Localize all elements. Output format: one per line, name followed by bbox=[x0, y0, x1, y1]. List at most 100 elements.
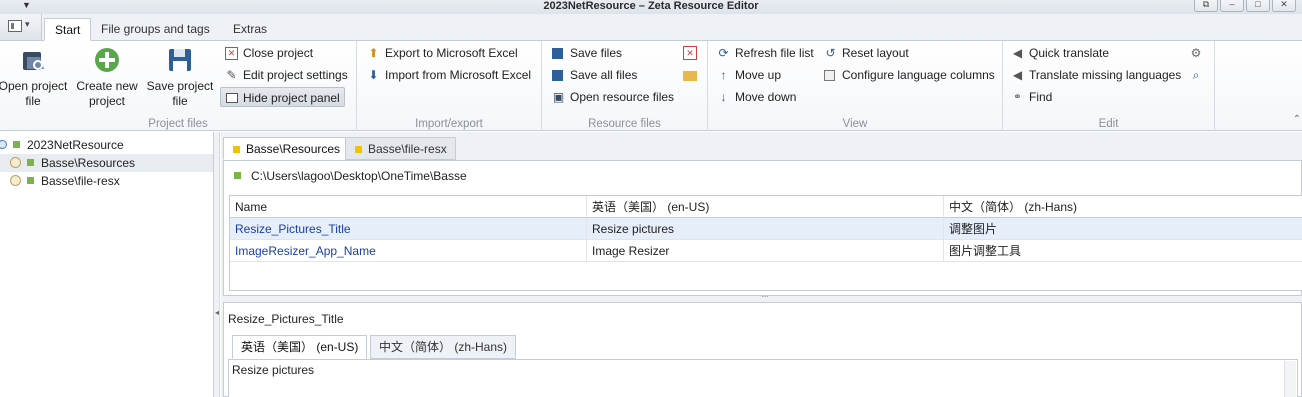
close-files-icon[interactable]: ✕ bbox=[683, 46, 697, 60]
window-controls: ⧉ – □ ✕ bbox=[1194, 0, 1296, 12]
editor-key-title: Resize_Pictures_Title bbox=[228, 312, 344, 326]
tab-start[interactable]: Start bbox=[44, 18, 92, 41]
tree-item-file-resx[interactable]: Basse\file-resx bbox=[10, 172, 120, 190]
create-new-project-button[interactable]: Create new project bbox=[74, 45, 140, 109]
edit-project-settings-button[interactable]: ✎ Edit project settings bbox=[223, 65, 347, 85]
tab-file-groups-and-tags[interactable]: File groups and tags bbox=[91, 18, 220, 41]
doc-tab-resources[interactable]: Basse\Resources bbox=[223, 137, 350, 160]
ribbon: Open project file Create new project Sav… bbox=[0, 41, 1302, 131]
save-files-button[interactable]: Save files bbox=[550, 43, 622, 63]
add-circle-icon bbox=[92, 45, 122, 75]
group-project-files: Open project file Create new project Sav… bbox=[0, 41, 357, 131]
refresh-icon: ⟳ bbox=[718, 46, 729, 60]
save-project-file-label: Save project file bbox=[146, 79, 214, 108]
translate-icon: ◀ bbox=[1012, 68, 1023, 82]
close-project-label: Close project bbox=[243, 46, 314, 60]
doc-tab-file-resx[interactable]: Basse\file-resx bbox=[345, 137, 456, 160]
save-icon bbox=[552, 48, 563, 59]
window-title: 2023NetResource – Zeta Resource Editor bbox=[543, 0, 759, 12]
file-group-icon bbox=[10, 157, 21, 169]
close-icon[interactable]: ✕ bbox=[1272, 0, 1296, 12]
quick-translate-button[interactable]: ◀ Quick translate bbox=[1009, 43, 1109, 63]
table-row[interactable]: ImageResizer_App_Name Image Resizer 图片调整… bbox=[230, 240, 1302, 262]
save-all-files-button[interactable]: Save all files bbox=[550, 65, 637, 85]
open-project-file-button[interactable]: Open project file bbox=[0, 45, 70, 109]
file-path: C:\Users\lagoo\Desktop\OneTime\Basse bbox=[234, 169, 467, 183]
move-down-label: Move down bbox=[735, 90, 797, 104]
search-translate-icon[interactable]: ⌕ bbox=[1189, 68, 1203, 82]
lang-tab-zh-hans[interactable]: 中文（简体） (zh-Hans) bbox=[370, 335, 517, 359]
close-box-icon: ✕ bbox=[225, 47, 238, 60]
tab-extras[interactable]: Extras bbox=[223, 18, 277, 41]
refresh-file-list-button[interactable]: ⟳ Refresh file list bbox=[715, 43, 813, 63]
configure-language-columns-label: Configure language columns bbox=[842, 68, 995, 82]
group-label-view: View bbox=[842, 118, 868, 130]
tree-item-resources[interactable]: Basse\Resources bbox=[0, 154, 213, 172]
speaker-icon: ◀ bbox=[1012, 46, 1023, 60]
status-square-icon bbox=[27, 177, 34, 185]
panel-icon bbox=[226, 93, 238, 103]
value-textarea[interactable]: Resize pictures bbox=[228, 359, 1298, 397]
application-menu-button[interactable] bbox=[0, 14, 42, 40]
tree-item-label: Basse\file-resx bbox=[41, 174, 120, 188]
table-row[interactable]: Resize_Pictures_Title Resize pictures 调整… bbox=[230, 218, 1302, 240]
group-import-export: ⬆ Export to Microsoft Excel ⬇ Import fro… bbox=[357, 41, 542, 131]
translate-missing-languages-button[interactable]: ◀ Translate missing languages bbox=[1009, 65, 1181, 85]
import-excel-button[interactable]: ⬇ Import from Microsoft Excel bbox=[365, 65, 531, 85]
vertical-scrollbar[interactable] bbox=[1284, 361, 1296, 397]
restore-icon[interactable]: ⧉ bbox=[1194, 0, 1218, 12]
hide-project-panel-button[interactable]: Hide project panel bbox=[220, 87, 345, 107]
status-square-icon bbox=[234, 172, 241, 180]
group-edit: ◀ Quick translate ◀ Translate missing la… bbox=[1003, 41, 1215, 131]
column-header-en-us[interactable]: 英语（美国） (en-US) bbox=[587, 196, 944, 218]
column-header-name[interactable]: Name bbox=[230, 196, 587, 218]
move-up-button[interactable]: ↑ Move up bbox=[715, 65, 782, 85]
translate-settings-icon[interactable]: ⚙ bbox=[1189, 46, 1203, 60]
pencil-icon: ✎ bbox=[226, 68, 237, 82]
reset-layout-button[interactable]: ↺ Reset layout bbox=[822, 43, 908, 63]
close-project-button[interactable]: ✕ Close project bbox=[223, 43, 313, 63]
maximize-icon[interactable]: □ bbox=[1246, 0, 1270, 12]
move-down-button[interactable]: ↓ Move down bbox=[715, 87, 797, 107]
project-icon bbox=[0, 140, 7, 150]
columns-icon bbox=[824, 70, 835, 81]
save-project-file-button[interactable]: Save project file bbox=[144, 45, 216, 109]
arrow-up-icon: ↑ bbox=[720, 68, 727, 82]
arrow-down-icon: ↓ bbox=[720, 90, 727, 104]
cell-zh-hans[interactable]: 图片调整工具 bbox=[944, 240, 1302, 262]
app-menu-icon bbox=[8, 19, 30, 32]
tree-root[interactable]: 2023NetResource bbox=[0, 136, 124, 154]
tree-item-label: Basse\Resources bbox=[41, 156, 136, 170]
reset-icon: ↺ bbox=[825, 46, 836, 60]
lang-tab-en-us[interactable]: 英语（美国） (en-US) bbox=[232, 335, 368, 359]
group-resource-files: Save files Save all files ▣ Open resourc… bbox=[542, 41, 708, 131]
column-header-zh-hans[interactable]: 中文（简体） (zh-Hans) bbox=[944, 196, 1302, 218]
cell-en-us[interactable]: Resize pictures bbox=[587, 218, 944, 240]
configure-language-columns-button[interactable]: Configure language columns bbox=[822, 65, 995, 85]
export-icon: ⬆ bbox=[368, 46, 379, 60]
ribbon-collapse-icon[interactable]: ⌃ bbox=[1290, 113, 1302, 127]
open-resource-files-button[interactable]: ▣ Open resource files bbox=[550, 87, 674, 107]
status-square-icon bbox=[13, 141, 20, 149]
project-tree-panel: 2023NetResource Basse\Resources Basse\fi… bbox=[0, 132, 214, 397]
find-button[interactable]: ⚭ Find bbox=[1009, 87, 1052, 107]
group-label-project-files: Project files bbox=[148, 118, 208, 130]
grid-header-row: Name 英语（美国） (en-US) 中文（简体） (zh-Hans) bbox=[230, 196, 1302, 218]
cell-name[interactable]: Resize_Pictures_Title bbox=[230, 218, 587, 240]
create-new-project-label: Create new project bbox=[76, 79, 138, 108]
minimize-icon[interactable]: – bbox=[1220, 0, 1244, 12]
file-path-text: C:\Users\lagoo\Desktop\OneTime\Basse bbox=[251, 169, 467, 183]
resource-document: C:\Users\lagoo\Desktop\OneTime\Basse Nam… bbox=[223, 160, 1302, 296]
import-excel-label: Import from Microsoft Excel bbox=[385, 68, 532, 82]
cell-name[interactable]: ImageResizer_App_Name bbox=[230, 240, 587, 262]
export-excel-button[interactable]: ⬆ Export to Microsoft Excel bbox=[365, 43, 517, 63]
group-label-edit: Edit bbox=[1098, 118, 1119, 130]
folder-icon[interactable] bbox=[683, 71, 697, 81]
splitter-arrow-icon: ◂ bbox=[215, 308, 220, 317]
doc-tab-label: Basse\Resources bbox=[246, 142, 341, 156]
vertical-splitter[interactable]: ◂ bbox=[214, 132, 220, 397]
save-all-files-label: Save all files bbox=[570, 68, 638, 82]
cell-zh-hans[interactable]: 调整图片 bbox=[944, 218, 1302, 240]
find-label: Find bbox=[1029, 90, 1053, 104]
cell-en-us[interactable]: Image Resizer bbox=[587, 240, 944, 262]
